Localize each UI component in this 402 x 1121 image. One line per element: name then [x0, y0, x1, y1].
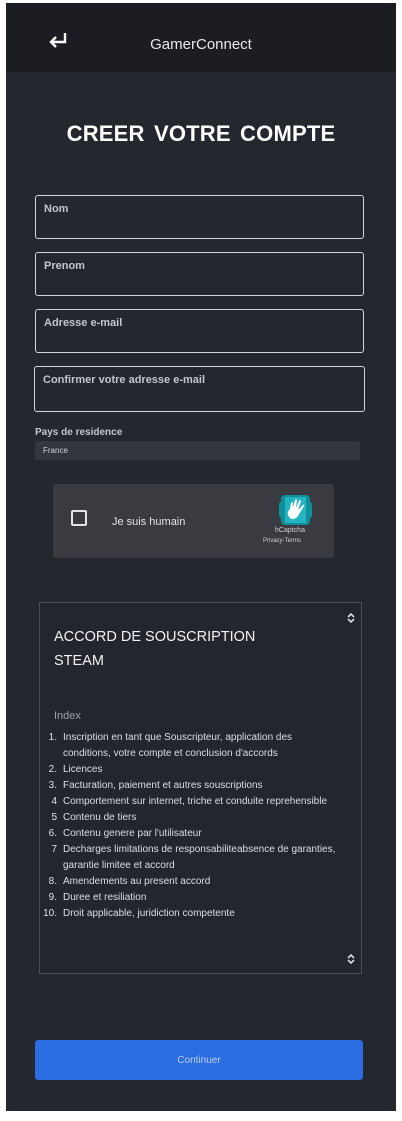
page-title: CREER VOTRE COMPTE — [66, 121, 336, 146]
email-input[interactable] — [44, 330, 355, 348]
nom-input[interactable] — [44, 216, 355, 234]
index-item-text[interactable]: Contenu genere par l'utilisateur — [63, 828, 202, 839]
agreement-title: ACCORD DE SOUSCRIPTION STEAM — [54, 629, 256, 669]
confirm-email-field[interactable]: Confirmer votre adresse e-mail — [34, 366, 365, 412]
index-item-text[interactable]: Amendements au present accord — [63, 876, 210, 887]
confirm-email-label: Confirmer votre adresse e-mail — [43, 374, 206, 386]
country-label: Pays de residence — [35, 427, 123, 438]
index-item: 9. Duree et resiliation — [40, 890, 340, 906]
captcha-label: Je suis humain — [112, 516, 186, 528]
app-title: GamerConnect — [150, 36, 252, 53]
captcha-checkbox[interactable] — [71, 510, 87, 526]
continue-button[interactable]: Continuer — [35, 1040, 363, 1080]
index-item-number: 8. — [48, 876, 57, 887]
email-field[interactable]: Adresse e-mail — [35, 309, 364, 353]
index-item-text[interactable]: Licences — [63, 764, 102, 775]
index-item: 10. Droit applicable, juridiction compet… — [40, 906, 340, 922]
index-item: 5 Contenu de tiers — [40, 810, 340, 826]
prenom-label: Prenom — [44, 260, 85, 272]
email-label: Adresse e-mail — [44, 317, 123, 329]
index-item-number: 10. — [43, 908, 57, 919]
index-item-text[interactable]: Duree et resiliation — [63, 892, 146, 903]
index-item-number: 6. — [48, 828, 57, 839]
agreement-box[interactable]: ACCORD DE SOUSCRIPTION STEAM Index 1. Ins… — [39, 602, 362, 974]
index-item: 2. Licences — [40, 762, 340, 778]
index-item-number: 3. — [48, 780, 57, 791]
country-value: France — [43, 446, 68, 455]
captcha-widget: Je suis humain hCaptcha Privacy-Terms — [53, 484, 334, 558]
index-item-number: 1. — [48, 732, 57, 743]
hcaptcha-brand: hCaptcha — [275, 527, 305, 534]
screen: GamerConnect CREER VOTRE COMPTE Nom Pren… — [6, 3, 396, 1111]
index-item: 4 Comportement sur internet, triche et co… — [40, 794, 340, 810]
prenom-input[interactable] — [44, 273, 355, 291]
index-item-number: 2. — [48, 764, 57, 775]
index-item: 1. Inscription en tant que Souscripteur, … — [40, 730, 340, 762]
index-item-text[interactable]: Decharges limitations de responsabilitea… — [63, 844, 335, 871]
index-item-text[interactable]: Comportement sur internet, triche et con… — [63, 796, 327, 807]
nom-label: Nom — [44, 203, 69, 215]
nom-field[interactable]: Nom — [35, 195, 364, 239]
confirm-email-input[interactable] — [43, 389, 356, 407]
index-item-text[interactable]: Droit applicable, juridiction competente — [63, 908, 235, 919]
index-item: 7 Decharges limitations de responsabilite… — [40, 842, 340, 874]
app-header: GamerConnect — [6, 3, 396, 72]
index-list: 1. Inscription en tant que Souscripteur, … — [40, 730, 340, 922]
index-item-number: 4 — [51, 796, 57, 807]
hcaptcha-logo-icon — [279, 495, 312, 525]
index-item-text[interactable]: Inscription en tant que Souscripteur, ap… — [63, 732, 292, 759]
index-item-number: 9. — [48, 892, 57, 903]
scroll-updown-icon[interactable] — [347, 954, 355, 964]
country-select[interactable]: France — [35, 441, 360, 460]
index-item: 6. Contenu genere par l'utilisateur — [40, 826, 340, 842]
index-item-text[interactable]: Facturation, paiement et autres souscrip… — [63, 780, 263, 791]
hcaptcha-privacy-terms-link[interactable]: Privacy-Terms — [263, 538, 301, 544]
index-item-number: 5 — [51, 812, 57, 823]
index-item: 3. Facturation, paiement et autres souscr… — [40, 778, 340, 794]
index-item-text[interactable]: Contenu de tiers — [63, 812, 136, 823]
prenom-field[interactable]: Prenom — [35, 252, 364, 296]
scroll-updown-icon[interactable] — [347, 613, 355, 623]
index-label: Index — [54, 710, 81, 722]
index-item: 8. Amendements au present accord — [40, 874, 340, 890]
index-item-number: 7 — [51, 844, 57, 855]
